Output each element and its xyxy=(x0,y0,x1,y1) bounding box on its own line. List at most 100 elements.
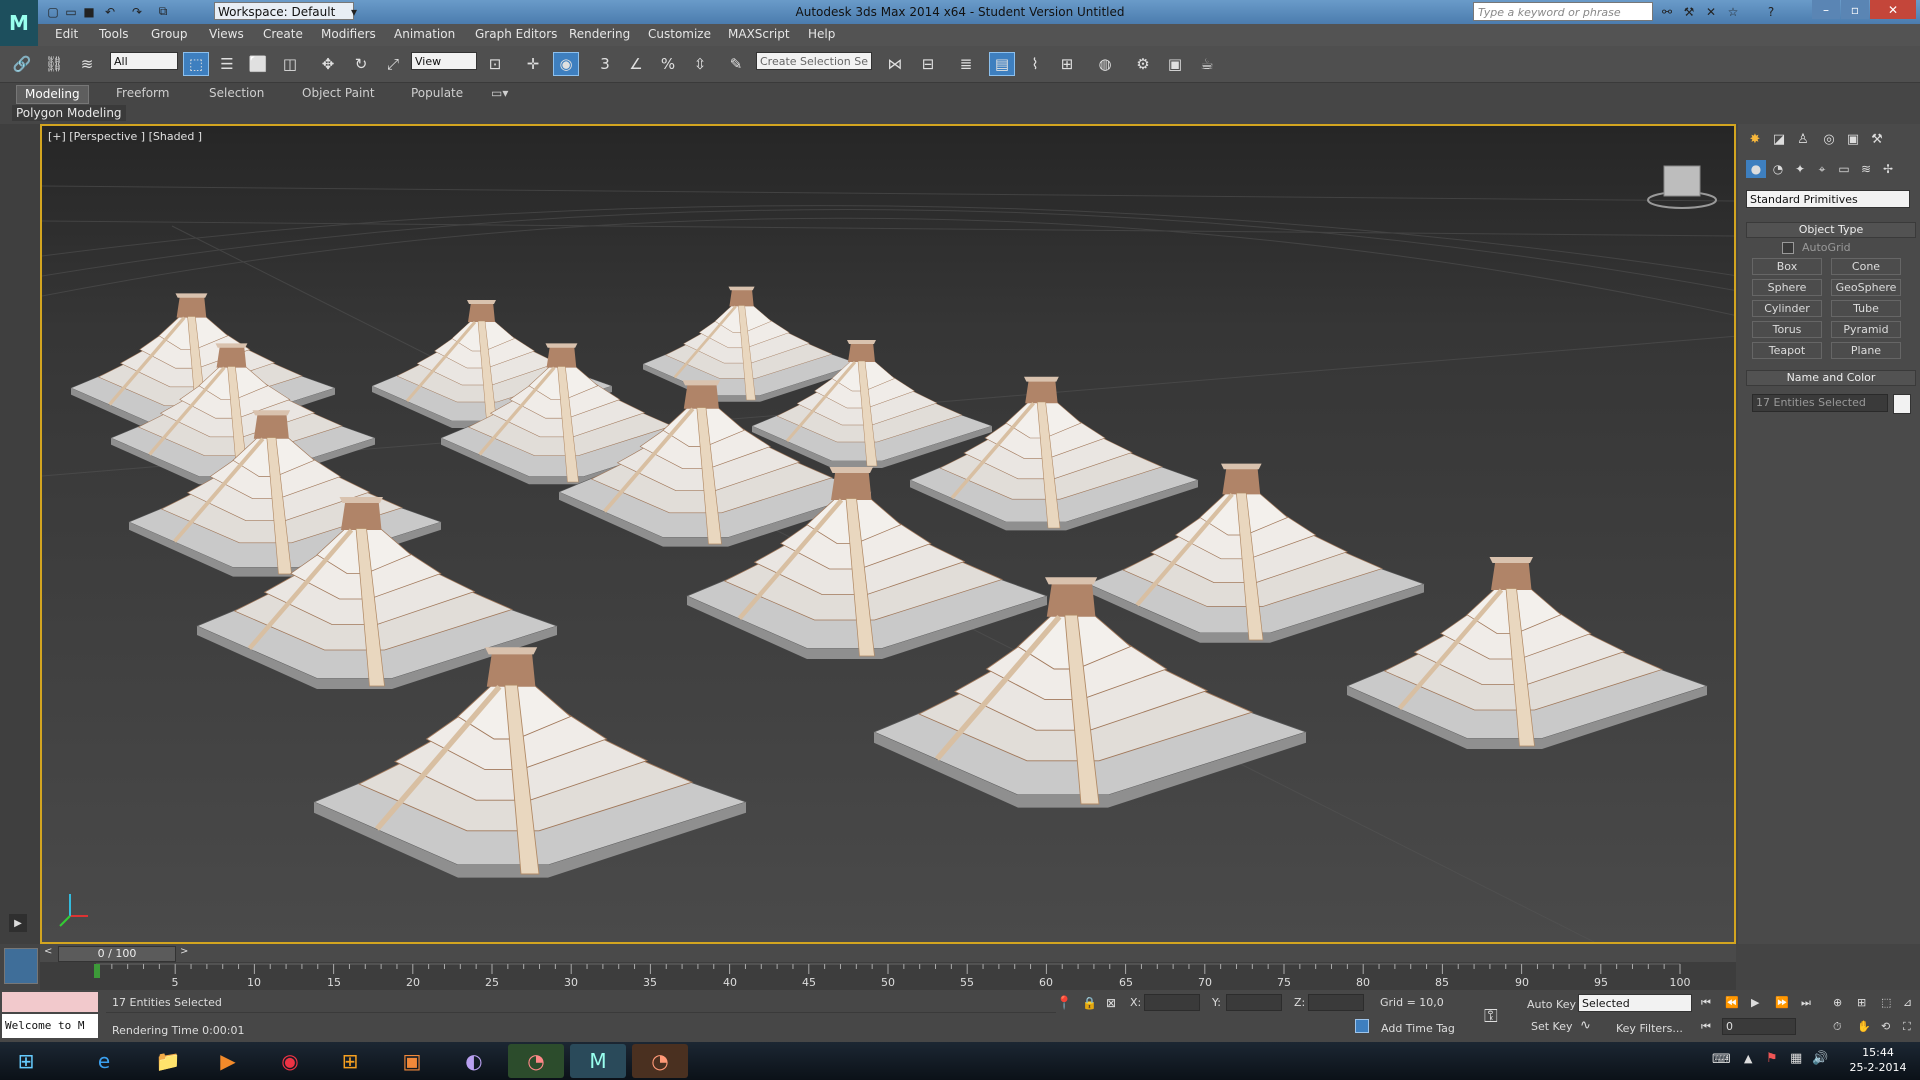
select-by-name-icon[interactable]: ☰ xyxy=(214,52,240,76)
close-button[interactable]: ✕ xyxy=(1870,0,1916,19)
ribbon-options-icon[interactable]: ▭▾ xyxy=(483,85,516,102)
maxscript-listener-pink[interactable] xyxy=(2,992,98,1012)
blender-task-icon[interactable]: ◔ xyxy=(508,1044,564,1078)
zoom-extents-icon[interactable]: ⊕ xyxy=(1833,996,1842,1009)
snaps-toggle-icon[interactable]: 3 xyxy=(592,52,618,76)
app-logo-icon[interactable]: M xyxy=(0,0,38,46)
angle-snap-icon[interactable]: ∠ xyxy=(623,52,649,76)
menu-tools[interactable]: Tools xyxy=(99,27,129,41)
motion-tab-icon[interactable]: ◎ xyxy=(1818,128,1840,150)
set-key-mode-icon[interactable]: ⚿ xyxy=(1484,1006,1498,1027)
app-icon[interactable]: ⊞ xyxy=(322,1044,378,1078)
teapot-button[interactable]: Teapot xyxy=(1752,342,1822,359)
subscription-icon[interactable]: ⚒ xyxy=(1680,3,1698,20)
menu-edit[interactable]: Edit xyxy=(55,27,78,41)
menu-graph-editors[interactable]: Graph Editors xyxy=(475,27,557,41)
time-config-icon[interactable]: ⏱ xyxy=(1833,1020,1842,1034)
viewport-label[interactable]: [+] [Perspective ] [Shaded ] xyxy=(48,130,202,143)
menu-group[interactable]: Group xyxy=(151,27,188,41)
selection-filter-dropdown[interactable]: All xyxy=(110,52,178,70)
lock-selection-icon[interactable]: 🔒 xyxy=(1082,996,1097,1010)
menu-customize[interactable]: Customize xyxy=(648,27,711,41)
create-tab-icon[interactable]: ✸ xyxy=(1744,128,1766,150)
prev-key-icon[interactable]: ⏪ xyxy=(1725,996,1739,1009)
tab-selection[interactable]: Selection xyxy=(201,85,272,102)
project-folder-icon[interactable]: ⧉ xyxy=(154,3,172,20)
cone-button[interactable]: Cone xyxy=(1831,258,1901,275)
cameras-icon[interactable]: ⌖ xyxy=(1812,160,1832,178)
workspace-dropdown[interactable]: Workspace: Default xyxy=(214,2,354,20)
box-button[interactable]: Box xyxy=(1752,258,1822,275)
shapes-icon[interactable]: ◔ xyxy=(1768,160,1788,178)
help-icon[interactable]: ? xyxy=(1762,3,1780,20)
perspective-viewport[interactable]: [+] [Perspective ] [Shaded ] xyxy=(40,124,1736,944)
tab-freeform[interactable]: Freeform xyxy=(108,85,177,102)
select-manipulate-icon[interactable]: ✛ xyxy=(520,52,546,76)
isolate-selection-icon[interactable]: 📍 xyxy=(1056,996,1072,1011)
tray-show-hidden-icon[interactable]: ▲ xyxy=(1744,1052,1752,1065)
menu-views[interactable]: Views xyxy=(209,27,244,41)
media-player-icon[interactable]: ▶ xyxy=(200,1044,256,1078)
next-frame-arrow-icon[interactable]: > xyxy=(180,946,190,960)
spacewarps-icon[interactable]: ≋ xyxy=(1856,160,1876,178)
move-icon[interactable]: ✥ xyxy=(315,52,341,76)
x-coordinate-field[interactable] xyxy=(1144,994,1200,1011)
scale-icon[interactable]: ⤢ xyxy=(380,52,406,76)
blender-icon[interactable]: ◔ xyxy=(632,1044,688,1078)
material-editor-icon[interactable]: ◍ xyxy=(1092,52,1118,76)
save-icon[interactable]: ■ xyxy=(80,3,98,20)
display-tab-icon[interactable]: ▣ xyxy=(1842,128,1864,150)
rendered-frame-icon[interactable]: ▣ xyxy=(1162,52,1188,76)
minimize-button[interactable]: – xyxy=(1812,0,1840,19)
new-file-icon[interactable]: ▢ xyxy=(44,3,62,20)
layer-manager-icon[interactable]: ≣ xyxy=(953,52,979,76)
set-key-button[interactable]: Set Key xyxy=(1531,1020,1573,1033)
tab-object-paint[interactable]: Object Paint xyxy=(294,85,383,102)
search-input[interactable]: Type a keyword or phrase xyxy=(1473,2,1653,21)
prev-frame-arrow-icon[interactable]: < xyxy=(44,946,54,960)
object-type-rollout[interactable]: Object Type xyxy=(1746,222,1916,238)
spinner-snap-icon[interactable]: ⇳ xyxy=(687,52,713,76)
tube-button[interactable]: Tube xyxy=(1831,300,1901,317)
key-mode-toggle-icon[interactable]: ⏮ xyxy=(1701,1020,1711,1034)
menu-help[interactable]: Help xyxy=(808,27,835,41)
key-mode-dropdown[interactable]: Selected xyxy=(1578,994,1692,1012)
orbit-icon[interactable]: ⟲ xyxy=(1881,1020,1890,1033)
object-color-swatch[interactable] xyxy=(1893,394,1911,414)
office-icon[interactable]: ▣ xyxy=(384,1044,440,1078)
geosphere-button[interactable]: GeoSphere xyxy=(1831,279,1901,296)
bind-spacewarp-icon[interactable]: ≋ xyxy=(74,52,100,76)
start-button-icon[interactable]: ⊞ xyxy=(4,1044,48,1078)
time-tag-icon[interactable] xyxy=(1355,1019,1369,1033)
maximize-viewport-icon[interactable]: ⛶ xyxy=(1903,1020,1911,1034)
goto-end-icon[interactable]: ⏭ xyxy=(1801,996,1811,1010)
tray-volume-icon[interactable]: 🔊 xyxy=(1812,1051,1828,1066)
open-file-icon[interactable]: ▭ xyxy=(62,3,80,20)
zoom-extents-all-icon[interactable]: ⊞ xyxy=(1857,996,1866,1009)
render-setup-icon[interactable]: ⚙ xyxy=(1130,52,1156,76)
expand-arrow-icon[interactable]: ▶ xyxy=(9,914,27,932)
cylinder-button[interactable]: Cylinder xyxy=(1752,300,1822,317)
mini-curve-editor-toggle[interactable] xyxy=(4,948,38,984)
align-icon[interactable]: ⊟ xyxy=(915,52,941,76)
select-link-icon[interactable]: 🔗 xyxy=(9,52,35,76)
utilities-tab-icon[interactable]: ⚒ xyxy=(1866,128,1888,150)
play-icon[interactable]: ▶ xyxy=(1751,996,1759,1009)
z-coordinate-field[interactable] xyxy=(1308,994,1364,1011)
named-selection-dropdown[interactable]: Create Selection Se xyxy=(756,52,872,70)
menu-rendering[interactable]: Rendering xyxy=(569,27,630,41)
tab-modeling[interactable]: Modeling xyxy=(16,85,89,104)
curve-editor-icon[interactable]: ⌇ xyxy=(1022,52,1048,76)
auto-key-button[interactable]: Auto Key xyxy=(1527,998,1576,1011)
menu-maxscript[interactable]: MAXScript xyxy=(728,27,790,41)
internet-explorer-icon[interactable]: e xyxy=(76,1044,132,1078)
name-and-color-rollout[interactable]: Name and Color xyxy=(1746,370,1916,386)
pivot-center-icon[interactable]: ⊡ xyxy=(482,52,508,76)
tray-keyboard-icon[interactable]: ⌨ xyxy=(1712,1052,1731,1067)
polygon-modeling-panel[interactable]: Polygon Modeling xyxy=(12,105,126,121)
render-production-icon[interactable]: ☕ xyxy=(1194,52,1220,76)
binoculars-icon[interactable]: ⚯ xyxy=(1658,3,1676,20)
pyramid-button[interactable]: Pyramid xyxy=(1831,321,1901,338)
reference-coordinate-dropdown[interactable]: View xyxy=(411,52,477,70)
helpers-icon[interactable]: ▭ xyxy=(1834,160,1854,178)
